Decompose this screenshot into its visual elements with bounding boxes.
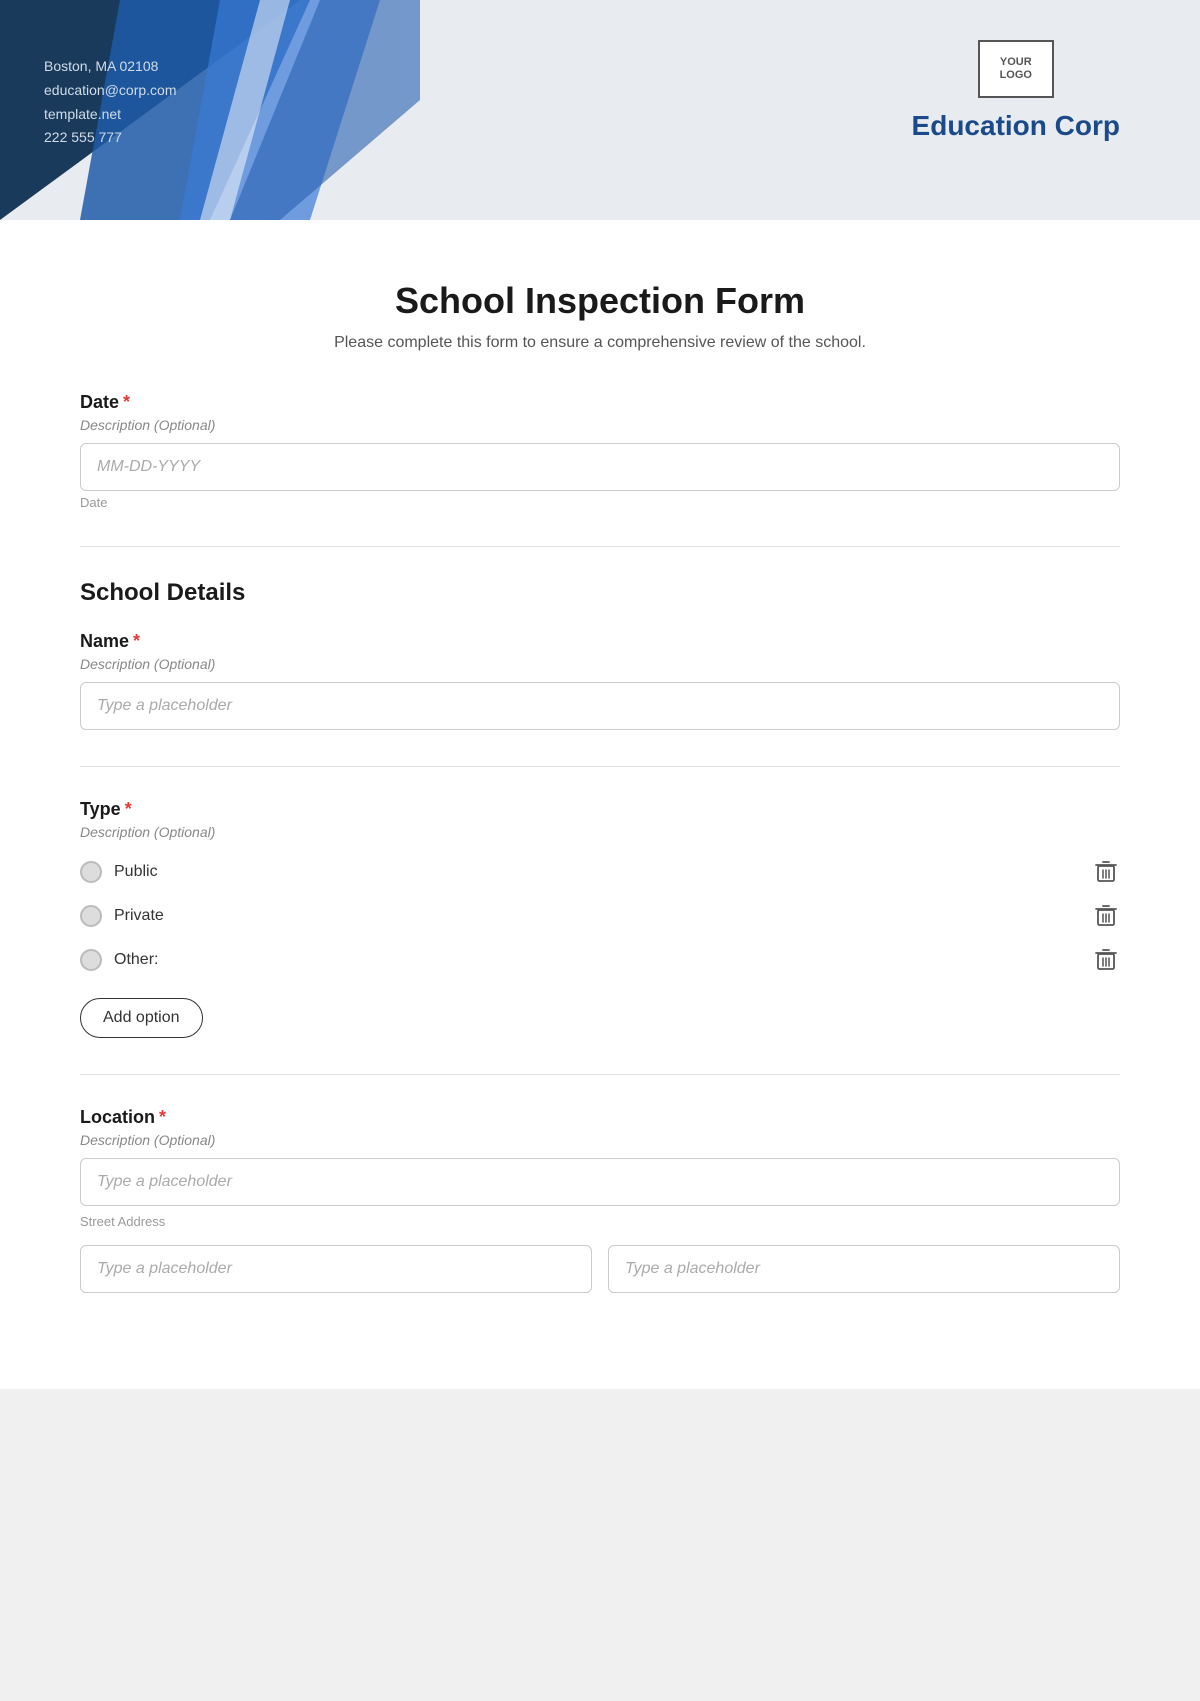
radio-circle-other[interactable]	[80, 949, 102, 971]
add-option-button[interactable]: Add option	[80, 998, 203, 1038]
delete-other-button[interactable]	[1092, 946, 1120, 974]
radio-label-public: Public	[114, 863, 158, 881]
name-input[interactable]	[80, 682, 1120, 730]
name-description: Description (Optional)	[80, 656, 1120, 672]
delete-public-button[interactable]	[1092, 858, 1120, 886]
street-hint: Street Address	[80, 1214, 1120, 1229]
name-section: Name* Description (Optional)	[80, 631, 1120, 730]
radio-label-other: Other:	[114, 951, 158, 969]
radio-circle-public[interactable]	[80, 861, 102, 883]
date-description: Description (Optional)	[80, 417, 1120, 433]
header-contact: Boston, MA 02108 education@corp.com temp…	[44, 55, 177, 150]
location-label: Location*	[80, 1107, 1120, 1128]
date-hint: Date	[80, 495, 1120, 510]
delete-private-button[interactable]	[1092, 902, 1120, 930]
company-name: Education Corp	[912, 110, 1120, 142]
location-description: Description (Optional)	[80, 1132, 1120, 1148]
logo-text: YOURLOGO	[1000, 56, 1032, 82]
header-right: YOURLOGO Education Corp	[912, 40, 1120, 142]
date-section: Date* Description (Optional) Date	[80, 392, 1120, 510]
form-subtitle: Please complete this form to ensure a co…	[80, 334, 1120, 352]
radio-option-private: Private	[80, 894, 1120, 938]
contact-phone: 222 555 777	[44, 126, 177, 150]
type-section: Type* Description (Optional) Public	[80, 799, 1120, 1038]
contact-email: education@corp.com	[44, 79, 177, 103]
type-description: Description (Optional)	[80, 824, 1120, 840]
radio-option-public: Public	[80, 850, 1120, 894]
main-content: School Inspection Form Please complete t…	[0, 220, 1200, 1389]
divider-3	[80, 1074, 1120, 1075]
city-state-row	[80, 1245, 1120, 1293]
type-label: Type*	[80, 799, 1120, 820]
location-section: Location* Description (Optional) Street …	[80, 1107, 1120, 1293]
form-title: School Inspection Form	[80, 280, 1120, 322]
radio-option-other: Other:	[80, 938, 1120, 982]
date-input[interactable]	[80, 443, 1120, 491]
header: Boston, MA 02108 education@corp.com temp…	[0, 0, 1200, 220]
divider-2	[80, 766, 1120, 767]
logo-placeholder: YOURLOGO	[978, 40, 1054, 98]
contact-website: template.net	[44, 103, 177, 127]
contact-address: Boston, MA 02108	[44, 55, 177, 79]
name-label: Name*	[80, 631, 1120, 652]
radio-circle-private[interactable]	[80, 905, 102, 927]
city-input[interactable]	[80, 1245, 592, 1293]
state-input[interactable]	[608, 1245, 1120, 1293]
school-details-heading: School Details	[80, 579, 1120, 607]
radio-label-private: Private	[114, 907, 164, 925]
street-address-input[interactable]	[80, 1158, 1120, 1206]
date-label: Date*	[80, 392, 1120, 413]
divider-1	[80, 546, 1120, 547]
